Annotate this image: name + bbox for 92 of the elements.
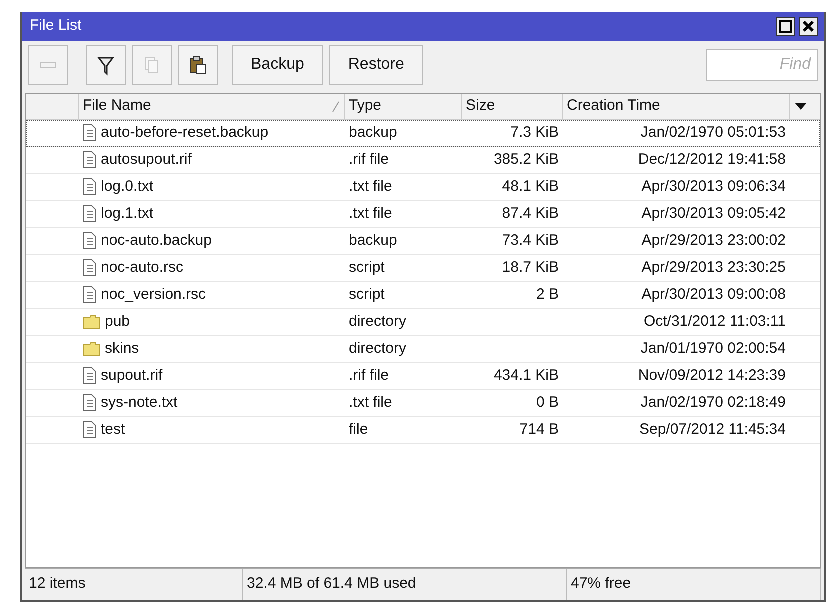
table-cell-text: 2 B (536, 284, 559, 305)
table-row[interactable]: auto-before-reset.backup backup 7.3 KiB Jan/02/1970 05:01:53 (26, 120, 820, 147)
table-cell-text: .txt file (348, 204, 394, 224)
table-cell-text: Sep/07/2012 11:45:34 (639, 420, 786, 440)
file-name: noc-auto.rsc (101, 258, 184, 278)
file-name: skins (105, 338, 140, 359)
file-name: pub (105, 312, 130, 332)
table-cell-text: Apr/30/2013 09:00:08 (642, 284, 786, 305)
close-icon (802, 20, 815, 33)
table-row[interactable]: test file 714 B Sep/07/2012 11:45:34 (26, 417, 820, 444)
file-name: autosupout.rif (101, 150, 192, 170)
file-icon (83, 394, 97, 412)
table-cell-text: script (348, 258, 386, 278)
table-cell-text: 385.2 KiB (494, 150, 559, 170)
status-text: 12 items (25, 569, 243, 600)
table-cell-text: Apr/29/2013 23:00:02 (642, 230, 786, 251)
folder-icon (83, 314, 101, 330)
table-cell-text: 0 B (536, 392, 559, 413)
maximize-icon (779, 20, 792, 33)
file-name: noc-auto.backup (101, 230, 212, 251)
file-icon (83, 124, 97, 142)
table-cell-text: 73.4 KiB (502, 230, 559, 251)
file-name: log.1.txt (101, 204, 154, 224)
table-cell-text: Jan/02/1970 05:01:53 (640, 122, 786, 143)
file-icon (83, 421, 97, 439)
file-icon (83, 205, 97, 223)
table-cell-text: Jan/02/1970 02:18:49 (640, 392, 786, 413)
table-row[interactable]: sys-note.txt .txt file 0 B Jan/02/1970 02:18:49 (26, 390, 820, 417)
file-name: supout.rif (101, 366, 163, 386)
paste-button[interactable] (178, 45, 218, 85)
table-cell-text: Apr/30/2013 09:06:34 (642, 176, 786, 197)
file-name: sys-note.txt (101, 392, 178, 413)
table-cell-text: Oct/31/2012 11:03:11 (644, 312, 786, 332)
file-icon (83, 232, 97, 250)
table-row[interactable]: supout.rif .rif file 434.1 KiB Nov/09/2012 14:23:39 (26, 363, 820, 390)
status-text: 32.4 MB of 61.4 MB used (243, 569, 567, 600)
column-header: Type (349, 96, 382, 116)
sort-icon (332, 100, 340, 112)
table-cell-text: directory (348, 312, 408, 332)
table-cell-text: script (348, 284, 386, 305)
table-row[interactable]: noc-auto.backup backup 73.4 KiB Apr/29/2013 23:00:02 (26, 228, 820, 255)
table-cell-text: Apr/29/2013 23:30:25 (642, 258, 786, 278)
table-cell-text: 48.1 KiB (502, 176, 559, 197)
column-header: Creation Time (567, 96, 660, 116)
table-row[interactable]: pub directory Oct/31/2012 11:03:11 (26, 309, 820, 336)
file-name: noc_version.rsc (101, 284, 206, 305)
table-cell-text: 7.3 KiB (510, 122, 559, 143)
table-cell-text: directory (348, 338, 408, 359)
table-cell-text: Apr/30/2013 09:05:42 (642, 204, 786, 224)
file-icon (83, 151, 97, 169)
file-name: log.0.txt (101, 176, 154, 197)
table-cell-text: 434.1 KiB (494, 366, 559, 386)
column-header: File Name (83, 96, 152, 116)
remove-icon (40, 62, 56, 68)
file-name: test (101, 420, 126, 440)
maximize-button[interactable] (776, 17, 795, 36)
table-cell-text: file (348, 420, 370, 440)
file-name: auto-before-reset.backup (101, 122, 269, 143)
filter-icon (96, 54, 116, 76)
table-cell-text: .rif file (348, 150, 390, 170)
table-cell-text: Nov/09/2012 14:23:39 (638, 366, 786, 386)
table-cell-text: .txt file (348, 176, 394, 197)
file-icon (83, 178, 97, 196)
table-row[interactable]: log.0.txt .txt file 48.1 KiB Apr/30/2013 09:06:34 (26, 174, 820, 201)
table-cell-text: backup (348, 122, 398, 143)
folder-icon (83, 342, 101, 356)
table-cell-text: 714 B (520, 420, 559, 440)
table-row[interactable]: log.1.txt .txt file 87.4 KiB Apr/30/2013 09:05:42 (26, 201, 820, 228)
table-cell-text: 18.7 KiB (502, 258, 559, 278)
dropdown-icon[interactable] (794, 102, 808, 111)
table-row[interactable]: noc_version.rsc script 2 B Apr/30/2013 09:00:08 (26, 282, 820, 309)
table-cell-text: .rif file (348, 366, 390, 386)
column-header: Size (466, 96, 496, 116)
table-cell-text: .txt file (348, 392, 394, 413)
file-icon (83, 286, 97, 304)
table-cell-text: 87.4 KiB (502, 204, 559, 224)
status-text: 47% free (567, 569, 821, 600)
table-row[interactable]: skins directory Jan/01/1970 02:00:54 (26, 336, 820, 363)
toolbar-button[interactable]: Restore (329, 45, 424, 85)
close-button[interactable] (799, 17, 818, 36)
filter-button[interactable] (86, 45, 126, 85)
table-row[interactable]: noc-auto.rsc script 18.7 KiB Apr/29/2013 23:30:25 (26, 255, 820, 282)
table-row[interactable]: autosupout.rif .rif file 385.2 KiB Dec/12/2012 19:41:58 (26, 147, 820, 174)
toolbar-button[interactable]: Backup (232, 45, 324, 85)
search-field[interactable]: Find (706, 49, 818, 81)
file-icon (83, 259, 97, 277)
window-title: File List (30, 16, 82, 36)
file-icon (83, 367, 97, 385)
table-cell-text: Dec/12/2012 19:41:58 (638, 150, 786, 170)
paste-icon (188, 54, 208, 76)
table-cell-text: Jan/01/1970 02:00:54 (640, 338, 786, 359)
table-cell-text: backup (348, 230, 398, 251)
